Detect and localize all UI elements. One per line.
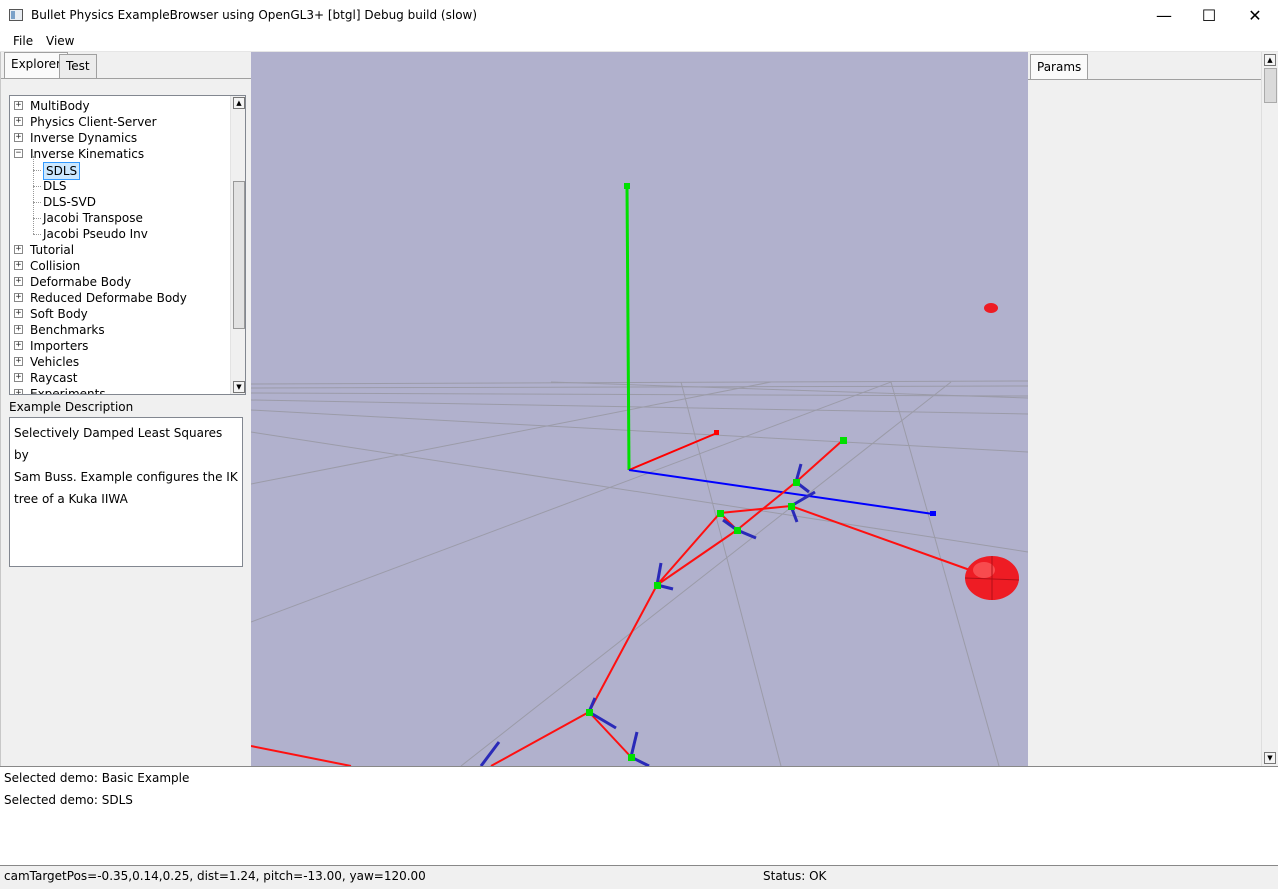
tree-connector: [33, 218, 41, 219]
tree-item-label: Reduced Deformabe Body: [30, 291, 187, 305]
expand-icon[interactable]: +: [14, 117, 23, 126]
tree-connector: [33, 186, 41, 187]
title-bar: Bullet Physics ExampleBrowser using Open…: [0, 0, 1278, 31]
tree-connector: [33, 234, 41, 235]
tree-scrollbar[interactable]: ▲ ▼: [230, 96, 245, 394]
status-text: Status: OK: [763, 869, 827, 883]
params-panel: Params ▲ ▼: [1028, 52, 1278, 766]
scroll-up-icon[interactable]: ▲: [1264, 54, 1276, 66]
expand-icon[interactable]: +: [14, 245, 23, 254]
expand-icon[interactable]: +: [14, 325, 23, 334]
scroll-down-icon[interactable]: ▼: [233, 381, 245, 393]
tab-divider: [1, 78, 252, 79]
expand-icon[interactable]: +: [14, 389, 23, 394]
close-button[interactable]: ✕: [1232, 0, 1278, 31]
3d-viewport[interactable]: [251, 52, 1028, 766]
tree-scroll-thumb[interactable]: [233, 181, 245, 329]
expand-icon[interactable]: +: [14, 373, 23, 382]
target-sphere-icon: [964, 556, 1020, 600]
tree-connector: [33, 170, 41, 171]
expand-icon[interactable]: +: [14, 341, 23, 350]
explorer-panel: Explorer Test + MultiBody + Physics Client-…: [0, 52, 252, 766]
status-bar: camTargetPos=-0.35,0.14,0.25, dist=1.24,…: [0, 866, 1278, 889]
console-output[interactable]: Selected demo: Basic Example Selected de…: [0, 766, 1278, 866]
scroll-up-icon[interactable]: ▲: [233, 97, 245, 109]
params-divider: [1028, 79, 1261, 80]
expand-icon[interactable]: +: [14, 261, 23, 270]
tree-item-label: Jacobi Pseudo Inv: [43, 227, 148, 241]
tree-connector: [33, 202, 41, 203]
tree-item-label: DLS: [43, 179, 67, 193]
scroll-down-icon[interactable]: ▼: [1264, 752, 1276, 764]
window-title: Bullet Physics ExampleBrowser using Open…: [31, 8, 478, 22]
tree-item-label: Collision: [30, 259, 81, 273]
console-line: Selected demo: SDLS: [4, 793, 133, 807]
expand-icon[interactable]: +: [14, 277, 23, 286]
tree-item-label: Importers: [30, 339, 89, 353]
collapse-icon[interactable]: −: [14, 149, 23, 158]
menu-view[interactable]: View: [46, 34, 74, 48]
tree-item-label: Benchmarks: [30, 323, 105, 337]
joint-markers: [586, 437, 847, 761]
world-axes: [624, 183, 936, 516]
console-line: Selected demo: Basic Example: [4, 771, 190, 785]
expand-icon[interactable]: +: [14, 133, 23, 142]
description-line: tree of a Kuka IIWA: [14, 492, 128, 506]
scene-svg: [251, 183, 1028, 766]
tree-item-label: Experiments: [30, 387, 106, 395]
expand-icon[interactable]: +: [14, 101, 23, 110]
tree-item-label: Vehicles: [30, 355, 80, 369]
expand-icon[interactable]: +: [14, 357, 23, 366]
kuka-links: [251, 439, 982, 766]
small-target-icon: [984, 303, 998, 313]
menu-file[interactable]: File: [13, 34, 33, 48]
tree-item-label: Inverse Kinematics: [30, 147, 145, 161]
tree-item-label: Raycast: [30, 371, 78, 385]
tree-item-label: MultiBody: [30, 99, 90, 113]
menu-bar: File View: [0, 31, 1278, 52]
tree-item-label: Tutorial: [30, 243, 75, 257]
tree-item-label: Soft Body: [30, 307, 88, 321]
minimize-button[interactable]: —: [1141, 0, 1187, 31]
tree-item-label: Deformabe Body: [30, 275, 132, 289]
expand-icon[interactable]: +: [14, 293, 23, 302]
maximize-button[interactable]: ☐: [1186, 0, 1232, 31]
tab-test[interactable]: Test: [59, 54, 97, 78]
tree-connector: [33, 156, 34, 234]
expand-icon[interactable]: +: [14, 309, 23, 318]
description-label: Example Description: [9, 400, 134, 414]
app-icon: [9, 9, 23, 21]
tree-item-label: DLS-SVD: [43, 195, 96, 209]
ground-grid: [251, 380, 1028, 766]
tree-item-label: Physics Client-Server: [30, 115, 157, 129]
tree-item-label: Inverse Dynamics: [30, 131, 138, 145]
tree-item-label: Jacobi Transpose: [43, 211, 143, 225]
params-scrollbar[interactable]: ▲ ▼: [1261, 52, 1278, 766]
tab-params[interactable]: Params: [1030, 54, 1089, 80]
description-line: Sam Buss. Example configures the IK: [14, 470, 238, 484]
camera-status: camTargetPos=-0.35,0.14,0.25, dist=1.24,…: [4, 869, 426, 883]
description-line: Selectively Damped Least Squares by: [14, 426, 223, 462]
example-tree[interactable]: + MultiBody + Physics Client-Server + Inverse…: [9, 95, 246, 395]
params-scroll-thumb[interactable]: [1264, 68, 1277, 103]
description-box: Selectively Damped Least Squares by Sam …: [9, 417, 243, 567]
